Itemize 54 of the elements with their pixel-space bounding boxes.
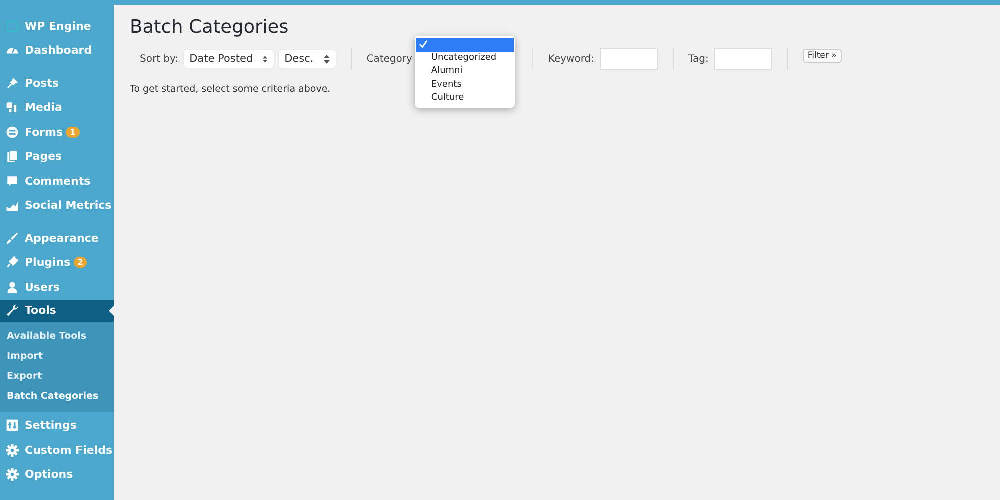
sidebar-item[interactable]: WP Engine xyxy=(0,14,114,38)
submenu-item[interactable]: Import xyxy=(7,346,114,366)
submenu-item[interactable]: Available Tools xyxy=(7,326,114,346)
sidebar-item[interactable]: Forms 1 xyxy=(0,120,114,144)
sidebar-item[interactable]: Pages xyxy=(0,144,114,169)
plug-icon xyxy=(6,256,19,270)
form-icon xyxy=(6,126,19,139)
sort-label: Sort by: xyxy=(140,54,179,64)
media-icon xyxy=(6,101,19,114)
settings-icon xyxy=(6,419,19,432)
category-label: Category xyxy=(366,54,412,64)
dropdown-option[interactable]: Events xyxy=(415,78,516,92)
sidebar-item[interactable]: Social Metrics xyxy=(0,194,114,218)
dropdown-option[interactable]: Uncategorized xyxy=(415,52,516,65)
gear-icon xyxy=(6,444,19,457)
sort-select[interactable]: Date Posted xyxy=(184,50,274,68)
user-icon xyxy=(6,280,19,294)
sidebar-item[interactable]: Media xyxy=(0,96,114,120)
dropdown-option[interactable]: Culture xyxy=(415,92,516,106)
brush-icon xyxy=(6,232,19,245)
keyword-label: Keyword: xyxy=(548,54,595,64)
sort-arrows-icon xyxy=(263,54,268,64)
dropdown-option[interactable]: Alumni xyxy=(415,65,516,78)
category-dropdown[interactable]: Uncategorized Alumni Events Culture xyxy=(415,36,516,108)
sidebar-item[interactable]: Options xyxy=(0,462,114,487)
sort-arrows-icon xyxy=(324,54,330,64)
grid-icon xyxy=(6,20,19,33)
submenu-item[interactable]: Batch Categories xyxy=(7,386,114,406)
sidebar-item[interactable]: Tools xyxy=(0,300,114,322)
sidebar-item[interactable]: Comments xyxy=(0,169,114,194)
sidebar-item[interactable]: Appearance xyxy=(0,226,114,250)
check-icon xyxy=(419,40,428,50)
sidebar-item[interactable]: Dashboard xyxy=(0,38,114,63)
filter-button[interactable]: Filter » xyxy=(802,49,842,63)
gear-icon xyxy=(6,468,19,482)
sidebar-item[interactable]: Settings xyxy=(0,414,114,438)
sidebar-item[interactable]: Users xyxy=(0,275,114,300)
comment-icon xyxy=(6,174,19,188)
count-badge: 2 xyxy=(74,257,88,268)
keyword-field[interactable] xyxy=(600,48,658,70)
tag-field[interactable] xyxy=(714,48,772,70)
tag-label: Tag: xyxy=(688,54,709,64)
sidebar-item[interactable]: Posts xyxy=(0,71,114,96)
sidebar-item[interactable]: Plugins 2 xyxy=(0,250,114,275)
submenu-item[interactable]: Export xyxy=(7,366,114,386)
dropdown-option[interactable] xyxy=(416,38,514,52)
pages-icon xyxy=(6,150,19,164)
wrench-icon xyxy=(6,304,19,317)
pin-icon xyxy=(6,76,19,90)
sidebar-item[interactable]: Custom Fields xyxy=(0,438,114,462)
page-title: Batch Categories xyxy=(130,17,290,38)
count-badge: 1 xyxy=(66,126,80,138)
instruction-text: To get started, select some criteria above. xyxy=(130,84,331,95)
order-select[interactable]: Desc. xyxy=(278,50,336,68)
